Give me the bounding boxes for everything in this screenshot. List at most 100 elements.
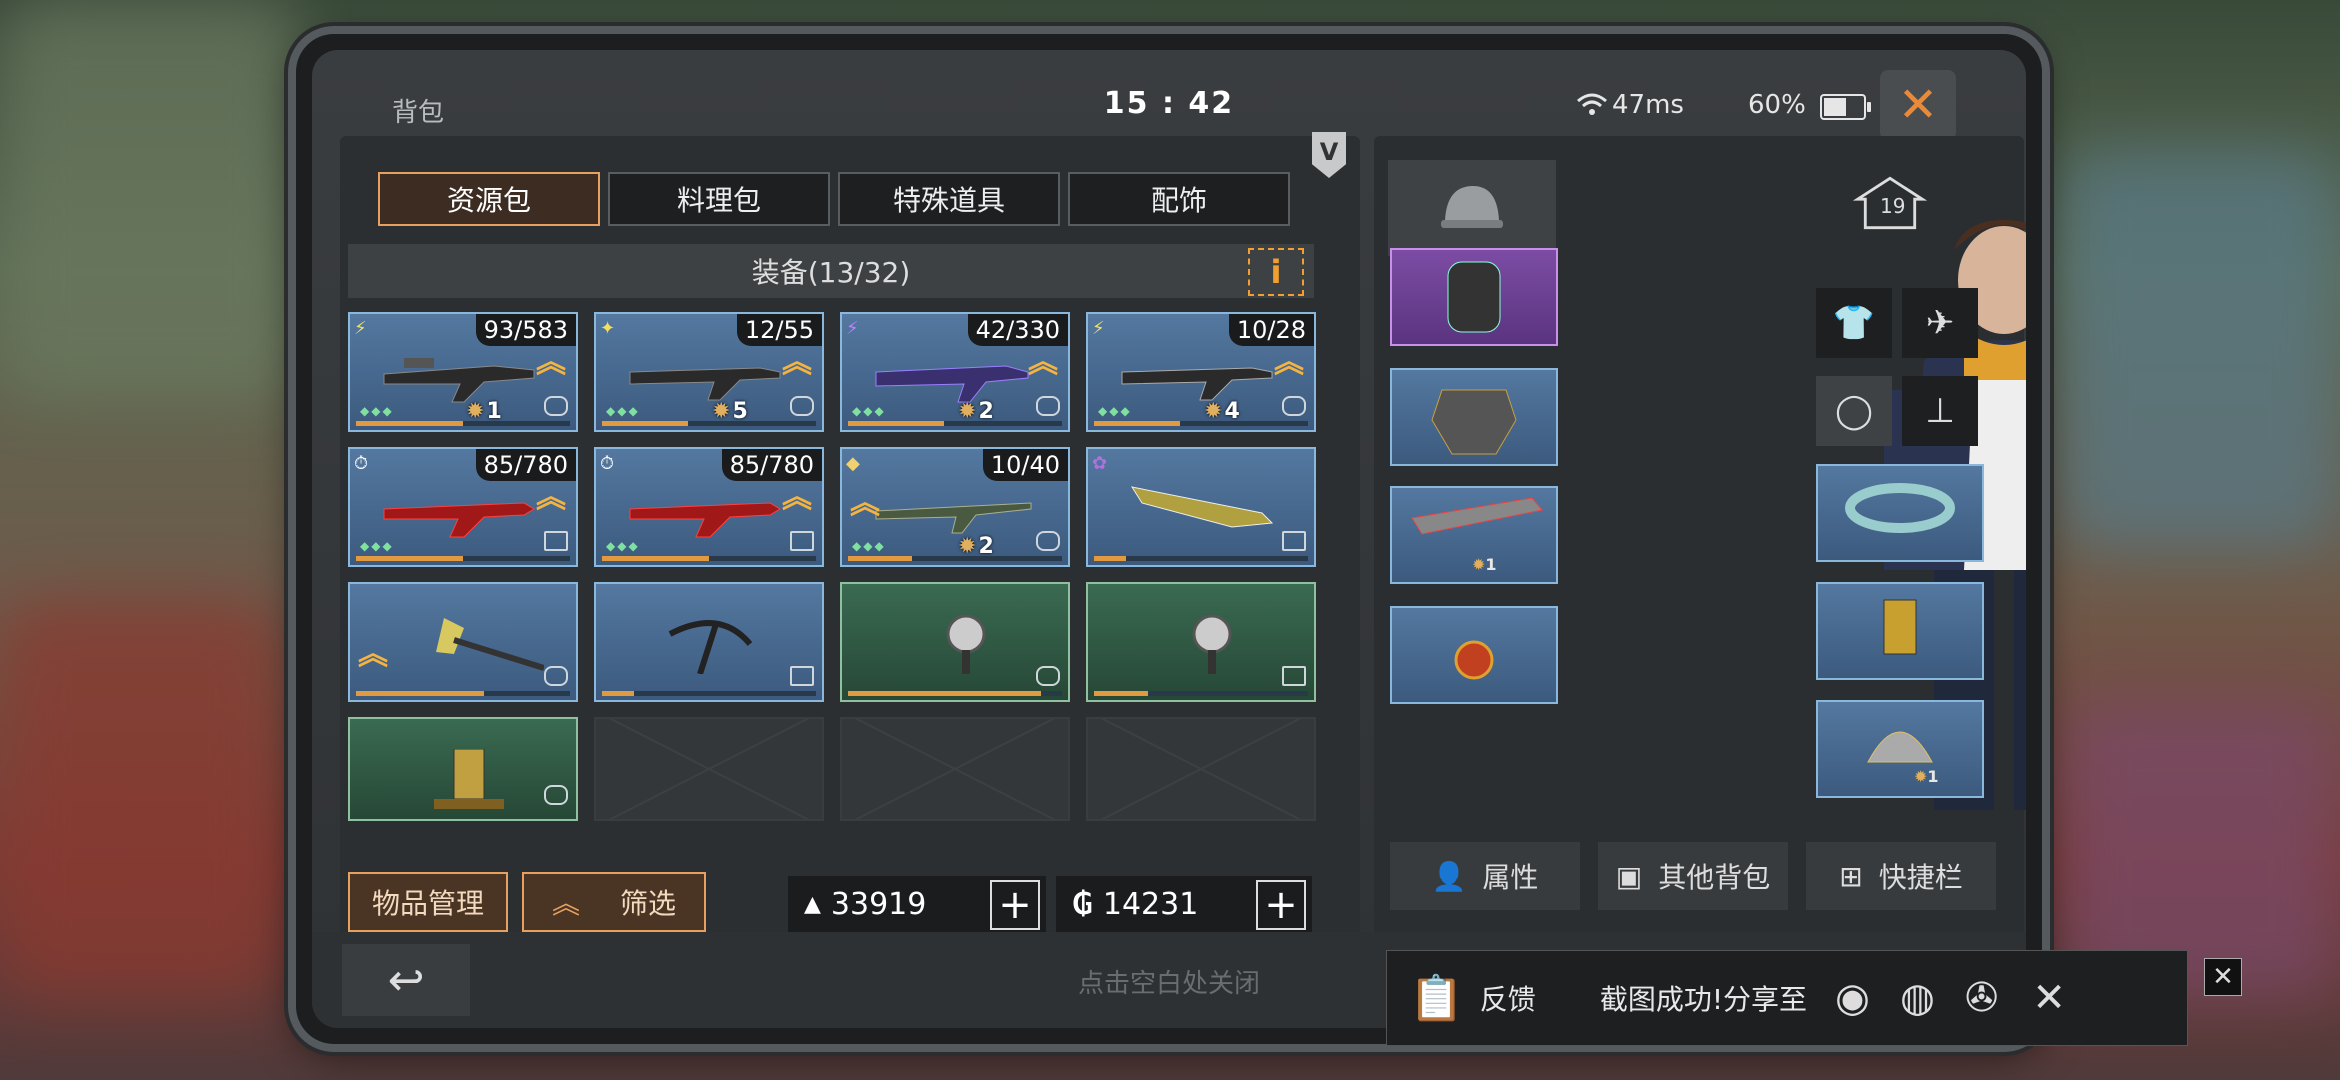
pendant-slot[interactable] xyxy=(1390,606,1558,704)
backpack-slot[interactable] xyxy=(1390,248,1558,346)
upgrade-chevron-icon: ︽ xyxy=(782,480,812,515)
upgrade-chevron-icon: ︽ xyxy=(536,345,566,380)
tab-special-items[interactable]: 特殊道具 xyxy=(838,172,1060,226)
upgrade-chevron-icon: ︽ xyxy=(358,637,388,672)
quality-dots: ◆◆◆ xyxy=(852,404,886,418)
quality-dots: ◆◆◆ xyxy=(852,539,886,553)
upgrade-chevron-icon: ︽ xyxy=(1274,345,1304,380)
filter-button[interactable]: ︽ 筛选 xyxy=(522,872,706,932)
bracelet-button[interactable]: ◯ xyxy=(1816,376,1892,446)
feedback-icon[interactable]: 📋 xyxy=(1409,972,1464,1024)
rifle-icon xyxy=(1121,367,1273,401)
empty-slot xyxy=(594,717,824,821)
sniper-rifle-icon xyxy=(875,502,1032,534)
popup-close-icon[interactable]: ✕ xyxy=(2032,975,2066,1021)
wrench-icon xyxy=(1282,531,1306,551)
fan-tool-icon xyxy=(1192,614,1232,674)
hammer-tool-icon xyxy=(434,749,504,809)
durability-bar xyxy=(1094,691,1308,696)
item-count: 93/583 xyxy=(475,314,576,346)
add-coin-button[interactable]: + xyxy=(1256,880,1306,930)
quality-dots: ◆◆◆ xyxy=(606,404,640,418)
backpack-icon xyxy=(1447,261,1501,333)
weibo-icon[interactable]: ◉ xyxy=(1835,975,1870,1021)
inventory-slot[interactable]: ◆ 10/40 ︽ ◆◆◆ ✹2 xyxy=(840,447,1070,567)
durability-bar xyxy=(602,421,816,426)
inventory-slot[interactable]: ︽ xyxy=(348,582,578,702)
chip-icon xyxy=(1883,599,1917,655)
camera-shutter-icon[interactable]: ✇ xyxy=(1965,975,1999,1021)
inventory-slot[interactable]: ⏱ 85/780 ︽ ◆◆◆ xyxy=(594,447,824,567)
durability-bar xyxy=(848,691,1062,696)
attributes-label: 属性 xyxy=(1482,861,1539,894)
upgrade-chevron-icon: ︽ xyxy=(850,486,880,521)
item-count: 12/55 xyxy=(736,314,822,346)
person-icon: 👤 xyxy=(1431,859,1467,893)
upgrade-chevron-icon: ︽ xyxy=(782,345,812,380)
lock-icon xyxy=(790,396,814,416)
armor-slot[interactable] xyxy=(1390,368,1558,466)
inventory-slot[interactable] xyxy=(840,582,1070,702)
attributes-button[interactable]: 👤 属性 xyxy=(1390,842,1580,910)
inventory-grid: ⚡ 93/583 ︽ ◆◆◆ ✹1 ✦ 12/55 ︽ ◆◆◆ ✹5 ⚡ 42/… xyxy=(348,312,1316,837)
rifle-icon xyxy=(383,358,535,403)
battery-icon xyxy=(1820,94,1871,120)
tab-cooking-pack[interactable]: 料理包 xyxy=(608,172,830,226)
blade-gun-icon xyxy=(1130,486,1274,528)
durability-bar xyxy=(1094,556,1308,561)
weapon-equip-slot[interactable]: ✹1 xyxy=(1390,486,1558,584)
inventory-slot[interactable]: ⚡ 10/28 ︽ ◆◆◆ ✹4 xyxy=(1086,312,1316,432)
feedback-label[interactable]: 反馈 xyxy=(1480,978,1536,1018)
wrench-icon xyxy=(790,531,814,551)
lock-icon xyxy=(1036,531,1060,551)
weapon-level: ✹1 xyxy=(1472,555,1497,574)
item-count: 10/28 xyxy=(1228,314,1314,346)
cycle-icon xyxy=(544,785,568,805)
fan-tool-icon xyxy=(946,614,986,674)
turret-button[interactable]: ⊥ xyxy=(1902,376,1978,446)
other-bag-button[interactable]: ▣ 其他背包 xyxy=(1598,842,1788,910)
inventory-slot[interactable]: ⚡ 42/330 ︽ ◆◆◆ ✹2 xyxy=(840,312,1070,432)
tab-resource-pack[interactable]: 资源包 xyxy=(378,172,600,226)
gold-bar-icon: ▲ xyxy=(804,891,821,917)
lock-icon xyxy=(1036,396,1060,416)
item-management-button[interactable]: 物品管理 xyxy=(348,872,508,932)
info-button[interactable]: i xyxy=(1248,248,1304,296)
outfit-button[interactable]: 👕 xyxy=(1816,288,1892,358)
gold-amount: 33919 xyxy=(830,886,927,922)
filter-icon: ︽ xyxy=(551,887,580,920)
durability-bar xyxy=(602,556,816,561)
armor-chip-slot[interactable] xyxy=(1816,582,1984,680)
wrench-icon xyxy=(544,531,568,551)
helmet-slot[interactable]: ✹1 xyxy=(1816,700,1984,798)
inventory-slot[interactable]: ✦ 12/55 ︽ ◆◆◆ ✹5 xyxy=(594,312,824,432)
item-count: 85/780 xyxy=(721,449,822,481)
quality-dots: ◆◆◆ xyxy=(360,404,394,418)
wrench-icon xyxy=(1282,666,1306,686)
inventory-slot[interactable] xyxy=(1086,582,1316,702)
backpack-screen: 背包 15 : 42 47ms 60% ✕ V 资源包 料理包 特殊道具 配饰 … xyxy=(312,50,2026,1028)
inventory-slot[interactable] xyxy=(348,717,578,821)
quality-dots: ◆◆◆ xyxy=(360,539,394,553)
diamond-icon: ◆ xyxy=(846,453,860,474)
lock-icon xyxy=(544,396,568,416)
hat-slot[interactable] xyxy=(1388,160,1556,256)
quickbar-button[interactable]: ⊞ 快捷栏 xyxy=(1806,842,1996,910)
close-button[interactable]: ✕ xyxy=(1880,70,1956,140)
quality-dots: ◆◆◆ xyxy=(1098,404,1132,418)
inventory-slot[interactable]: ⏱ 85/780 ︽ ◆◆◆ xyxy=(348,447,578,567)
inventory-slot[interactable]: ✿ xyxy=(1086,447,1316,567)
drone-button[interactable]: ✈ xyxy=(1902,288,1978,358)
empty-slot xyxy=(840,717,1070,821)
wechat-icon[interactable]: ◍ xyxy=(1900,975,1935,1021)
add-gold-button[interactable]: + xyxy=(990,880,1040,930)
durability-bar xyxy=(356,556,570,561)
tab-accessories[interactable]: 配饰 xyxy=(1068,172,1290,226)
inventory-slot[interactable]: ⚡ 93/583 ︽ ◆◆◆ ✹1 xyxy=(348,312,578,432)
inventory-slot[interactable] xyxy=(594,582,824,702)
grid-icon: ⊞ xyxy=(1839,859,1863,893)
armor-icon xyxy=(1431,389,1517,455)
bag-icon: ▣ xyxy=(1615,859,1643,893)
share-dismiss-button[interactable]: ✕ xyxy=(2204,958,2242,996)
bracelet-slot[interactable] xyxy=(1816,464,1984,562)
